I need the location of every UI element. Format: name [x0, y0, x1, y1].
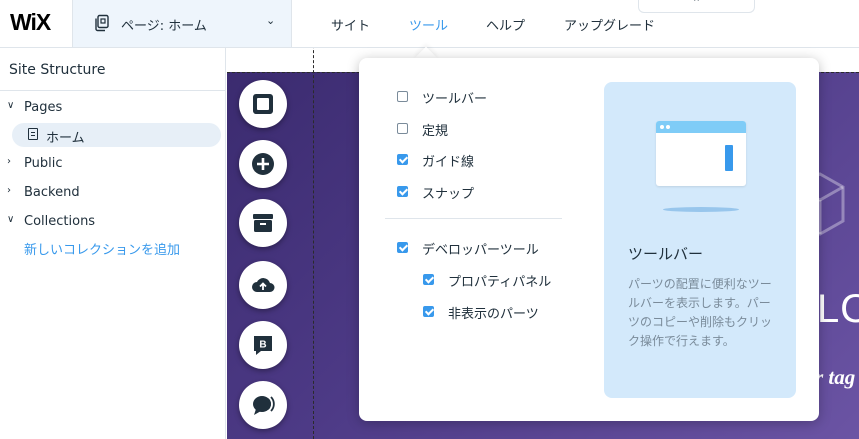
page-doc-icon — [28, 128, 38, 140]
tree-item-home[interactable]: ホーム — [12, 123, 221, 147]
checkbox-developer-tools[interactable] — [397, 242, 408, 253]
checkbox-rulers[interactable] — [397, 123, 408, 134]
tree-item-collections[interactable]: ∨ Collections — [0, 211, 226, 235]
guide-line-vertical — [313, 0, 314, 439]
chat-bubble-icon — [253, 396, 275, 415]
add-elements-button[interactable] — [239, 80, 287, 128]
site-structure-panel: Site Structure ∨ Pages ホーム › Public › Ba… — [0, 48, 226, 439]
editor-topbar: WiX ページ: ホーム ⌄ サイト ツール ヘルプ アップグレード ⌃ — [0, 0, 859, 48]
checkbox-properties-panel[interactable] — [423, 274, 434, 285]
page-selector-label: ページ: ホーム — [121, 19, 207, 34]
tree-item-label: Pages — [24, 100, 63, 115]
blog-button[interactable]: B — [239, 321, 287, 369]
panel-divider — [0, 90, 226, 91]
svg-text:B: B — [259, 340, 266, 351]
option-label: プロパティパネル — [448, 275, 552, 290]
menu-site[interactable]: サイト — [331, 15, 370, 34]
canvas-heading-text: LO — [817, 287, 859, 331]
chevron-down-icon: ⌄ — [266, 14, 276, 27]
pages-icon — [95, 14, 109, 32]
checkbox-hidden-elements[interactable] — [423, 306, 434, 317]
app-market-button[interactable] — [239, 199, 287, 247]
upload-media-cloud-icon — [252, 278, 275, 292]
tree-item-public[interactable]: › Public — [0, 153, 226, 177]
panel-title: Site Structure — [9, 62, 106, 78]
option-label: 非表示のパーツ — [448, 307, 539, 322]
menu-help[interactable]: ヘルプ — [486, 15, 525, 34]
preview-description: パーツの配置に便利なツールバーを表示します。パーツのコピーや削除もクリック操作で… — [628, 277, 773, 348]
add-elements-square-icon — [253, 94, 273, 114]
tree-item-label: Public — [24, 156, 63, 171]
tree-item-label: Backend — [24, 185, 80, 200]
tree-item-backend[interactable]: › Backend — [0, 182, 226, 206]
canvas-tagline-text: r tag — [815, 365, 856, 389]
upload-media-button[interactable] — [239, 261, 287, 309]
app-market-store-icon — [253, 214, 273, 232]
chevron-down-icon: ∨ — [7, 214, 15, 225]
preview-title: ツールバー — [628, 245, 704, 263]
add-plus-icon — [252, 153, 274, 175]
menu-tools[interactable]: ツール — [409, 15, 448, 34]
tree-item-label: ホーム — [46, 131, 85, 146]
option-preview-panel: ツールバー パーツの配置に便利なツールバーを表示します。パーツのコピーや削除もク… — [604, 82, 796, 398]
tree-item-pages[interactable]: ∨ Pages — [0, 97, 226, 121]
blog-b-icon: B — [254, 336, 272, 355]
page-selector[interactable]: ページ: ホーム ⌄ — [72, 0, 292, 47]
add-button[interactable] — [239, 140, 287, 188]
toolbar-illustration-icon — [656, 121, 746, 186]
chevron-right-icon: › — [7, 185, 11, 196]
option-label: スナップ — [422, 187, 475, 202]
dropdown-divider — [385, 218, 562, 219]
menu-upgrade[interactable]: アップグレード — [564, 15, 655, 34]
option-label: デベロッパーツール — [422, 243, 539, 258]
checkbox-guides[interactable] — [397, 154, 408, 165]
chevron-down-icon: ∨ — [7, 100, 15, 111]
option-label: ガイド線 — [422, 155, 475, 170]
chevron-right-icon: › — [7, 156, 11, 167]
illustration-shadow — [663, 207, 739, 212]
checkbox-toolbar[interactable] — [397, 91, 408, 102]
chevron-up-icon: ⌃ — [691, 0, 702, 9]
option-label: 定規 — [422, 124, 449, 139]
add-collection-link[interactable]: 新しいコレクションを追加 — [24, 239, 180, 258]
option-label: ツールバー — [422, 92, 488, 107]
collapse-topbar-button[interactable]: ⌃ — [638, 0, 755, 13]
checkbox-snap[interactable] — [397, 186, 408, 197]
wix-logo[interactable]: WiX — [10, 9, 51, 36]
tree-item-label: Collections — [24, 214, 96, 229]
chat-button[interactable] — [239, 381, 287, 429]
